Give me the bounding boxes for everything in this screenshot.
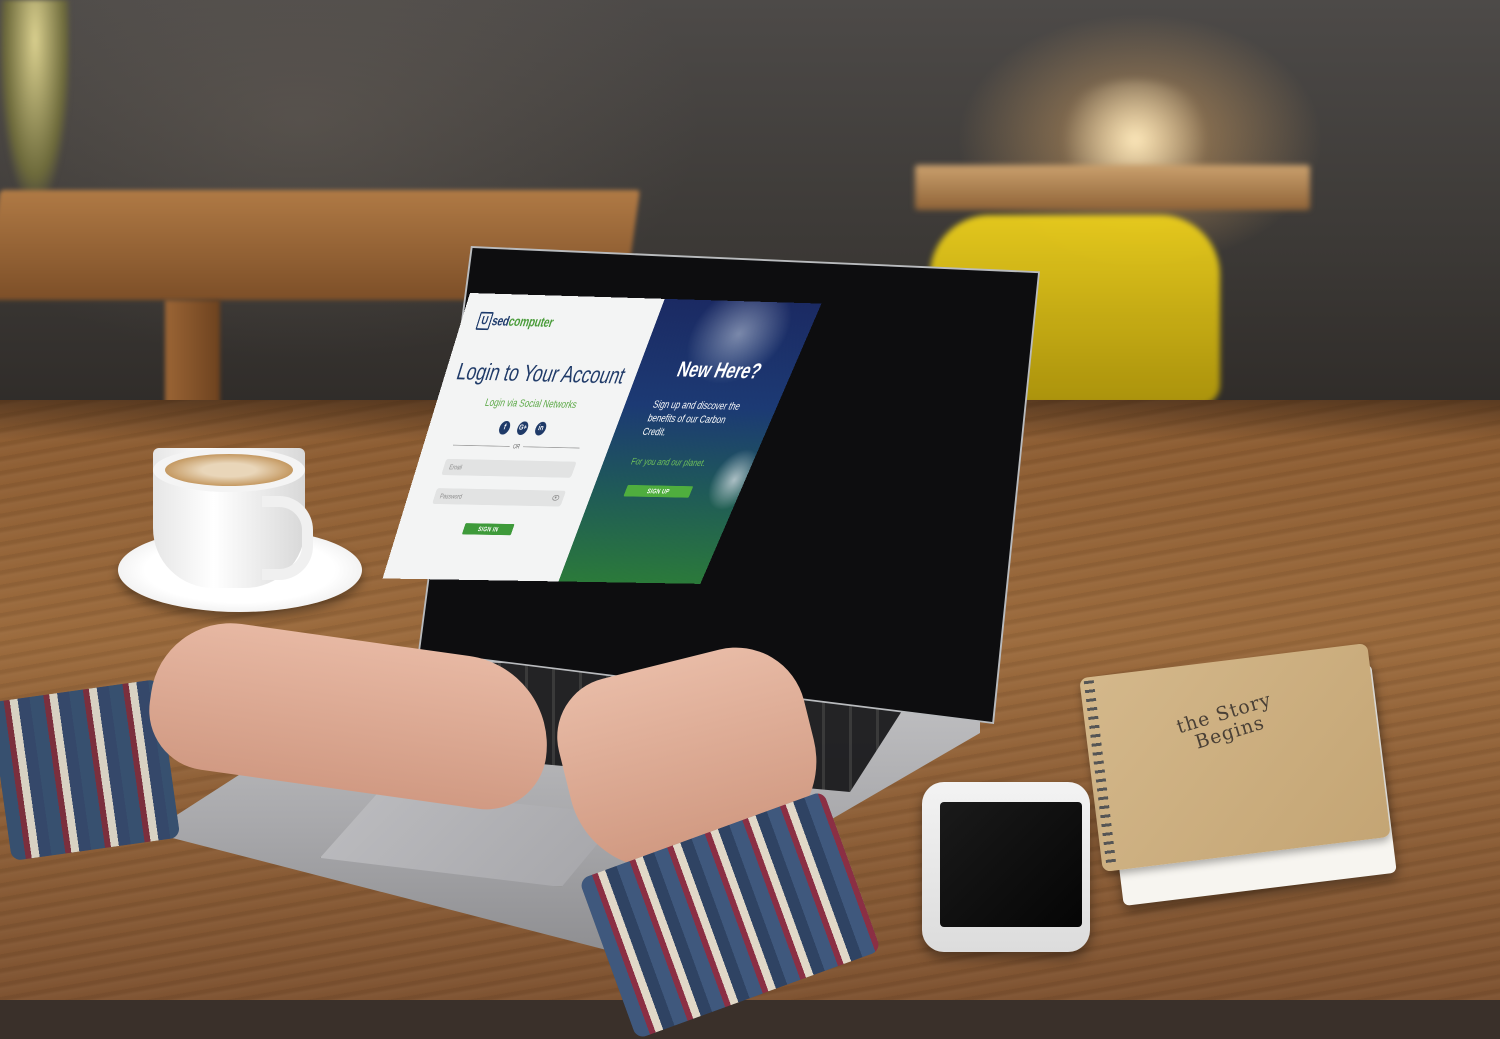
coffee-foam: [165, 454, 293, 486]
email-placeholder: Email: [448, 463, 464, 472]
logo-word-part-2: computer: [506, 313, 556, 331]
coffee-cup-handle: [262, 496, 313, 580]
smartphone-screen: [940, 802, 1082, 927]
sign-up-button[interactable]: SIGN UP: [623, 484, 694, 498]
promo-title: New Here?: [673, 356, 766, 384]
password-placeholder: Password: [438, 492, 464, 501]
divider-line: [452, 444, 510, 447]
usedcomputer-logo[interactable]: U sedcomputer: [475, 310, 557, 333]
login-social-subtitle: Login via Social Networks: [483, 395, 579, 411]
notebook-cover: [1079, 643, 1391, 872]
background-shelf-table: [915, 165, 1310, 210]
login-title: Login to Your Account: [453, 358, 630, 389]
password-field[interactable]: Password: [432, 488, 567, 507]
divider-line: [523, 446, 580, 449]
logo-wordmark: sedcomputer: [490, 313, 556, 331]
social-login-buttons: f G+ in: [427, 419, 618, 437]
email-field[interactable]: Email: [441, 458, 577, 478]
sign-in-button[interactable]: SIGN IN: [461, 523, 515, 536]
promo-tagline: For you and our planet.: [629, 455, 708, 469]
linkedin-icon[interactable]: in: [533, 421, 549, 436]
or-label: OR: [512, 442, 522, 450]
show-password-eye-icon[interactable]: [551, 494, 561, 501]
background-plant: [0, 0, 70, 200]
google-plus-icon[interactable]: G+: [515, 421, 531, 436]
promo-description: Sign up and discover the benefits of our…: [640, 397, 743, 438]
facebook-icon[interactable]: f: [497, 420, 512, 435]
or-divider: OR: [451, 440, 581, 453]
